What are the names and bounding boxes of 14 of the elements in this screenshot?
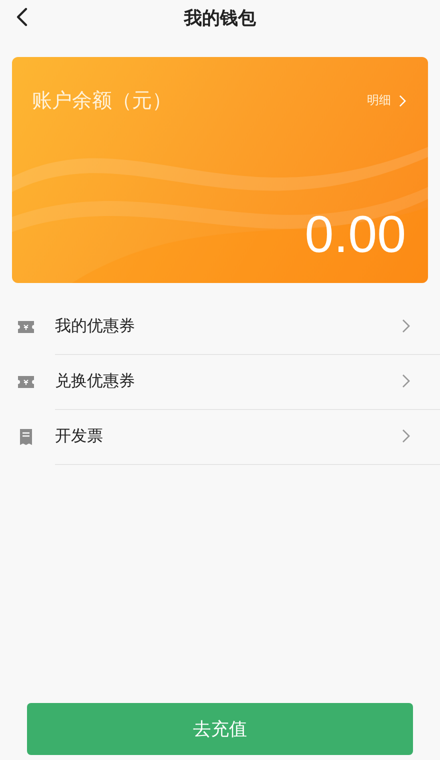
page-title: 我的钱包 [184,7,256,30]
balance-label: 账户余额（元） [32,87,172,114]
chevron-icon [402,374,410,388]
ticket-icon [18,320,34,332]
ticket-icon [18,376,34,388]
chevron-icon [399,94,406,106]
chevron-icon [402,429,410,443]
receipt-icon [20,428,32,444]
balance-amount: 0.00 [304,209,406,261]
chevron-icon [402,319,410,333]
back-icon[interactable] [16,7,28,27]
menu-item[interactable]: 兑换优惠券 [0,354,440,409]
menu-item[interactable]: 开发票 [0,409,440,464]
menu-item[interactable]: 我的优惠券 [0,299,440,354]
